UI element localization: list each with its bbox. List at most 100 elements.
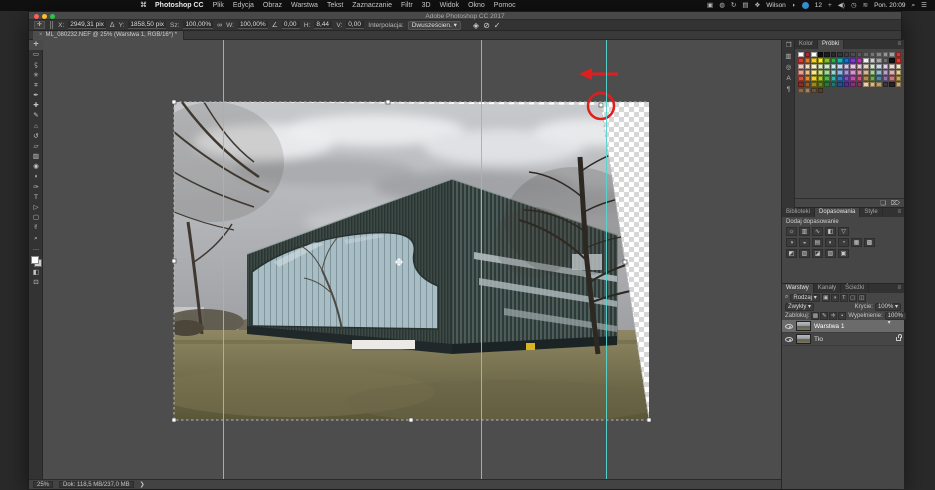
layers-tab-ścieżki[interactable]: Ścieżki	[841, 284, 870, 293]
notification-center-icon[interactable]: ☰	[921, 0, 927, 11]
mask-icon[interactable]: ▣	[838, 249, 849, 258]
document-tab[interactable]: × ML_080232.NEF @ 25% (Warstwa 1, RGB/16*…	[33, 31, 185, 40]
guide-vertical[interactable]	[223, 40, 224, 479]
cancel-transform-button[interactable]: ⊘	[483, 21, 490, 30]
swatch[interactable]	[798, 76, 804, 81]
dodge-tool[interactable]: ◖	[29, 172, 43, 182]
adjustments-panel-menu-icon[interactable]: ≡	[894, 208, 904, 217]
swatch[interactable]	[863, 76, 869, 81]
menu-3d[interactable]: 3D	[422, 2, 431, 9]
swatch[interactable]	[830, 82, 836, 87]
swatch[interactable]	[824, 64, 830, 69]
swatch[interactable]	[811, 52, 817, 57]
swatch[interactable]	[876, 52, 882, 57]
swatch[interactable]	[804, 76, 810, 81]
swatch[interactable]	[824, 76, 830, 81]
histogram-panel-icon[interactable]: ▥	[782, 51, 795, 62]
swatch[interactable]	[882, 76, 888, 81]
swatch[interactable]	[830, 64, 836, 69]
swatch[interactable]	[843, 52, 849, 57]
swatch[interactable]	[817, 76, 823, 81]
history-brush-tool[interactable]: ↺	[29, 132, 43, 142]
lock-position-icon[interactable]: ✛	[829, 311, 838, 320]
menu-pomoc[interactable]: Pomoc	[494, 2, 516, 9]
close-document-icon[interactable]: ×	[39, 32, 43, 38]
layer-row[interactable]: Tło	[782, 333, 904, 346]
marquee-tool[interactable]: ▭	[29, 50, 43, 60]
swatch[interactable]	[895, 70, 901, 75]
layer-thumbnail[interactable]	[796, 334, 811, 344]
height-input[interactable]: 100,00%	[237, 21, 268, 29]
quick-selection-tool[interactable]: ✳	[29, 71, 43, 81]
swatch[interactable]	[843, 76, 849, 81]
swatch[interactable]	[804, 82, 810, 87]
swatch[interactable]	[876, 82, 882, 87]
guide-vertical[interactable]	[481, 40, 482, 479]
move-tool[interactable]: ✛	[29, 40, 43, 51]
swatch[interactable]	[811, 70, 817, 75]
brush-tool[interactable]: ✎	[29, 111, 43, 121]
swatch[interactable]	[837, 52, 843, 57]
swatch[interactable]	[830, 76, 836, 81]
swatch[interactable]	[798, 82, 804, 87]
spotlight-icon[interactable]: ⌕	[912, 0, 916, 11]
menu-okno[interactable]: Okno	[468, 2, 485, 9]
swatch[interactable]	[876, 58, 882, 63]
color-lookup-icon[interactable]: ▦	[851, 238, 862, 247]
swatch[interactable]	[882, 82, 888, 87]
swatch[interactable]	[895, 58, 901, 63]
reference-point-locator[interactable]: ⣿	[49, 21, 54, 29]
gradient-map-icon[interactable]: ◪	[812, 249, 823, 258]
swatch[interactable]	[889, 82, 895, 87]
lock-all-icon[interactable]: ▪	[838, 311, 847, 320]
fill-dropdown[interactable]: 100% ▾	[884, 311, 907, 326]
fast-user-switch-label[interactable]: Wilson	[766, 0, 786, 11]
threshold-icon[interactable]: ▨	[799, 249, 810, 258]
display-icon[interactable]: ◍	[719, 0, 725, 11]
shape-tool[interactable]: ▢	[29, 213, 43, 223]
volume-icon[interactable]: ◀)	[838, 0, 845, 11]
swatch[interactable]	[817, 82, 823, 87]
relative-position-toggle[interactable]: Δ	[110, 22, 115, 29]
swatch[interactable]	[850, 70, 856, 75]
invert-icon[interactable]: ▩	[864, 238, 875, 247]
swatch[interactable]	[837, 82, 843, 87]
type-tool[interactable]: T	[29, 193, 43, 203]
swatch[interactable]	[856, 76, 862, 81]
adjustments-tab-style[interactable]: Style	[860, 208, 883, 217]
swatch[interactable]	[856, 64, 862, 69]
clone-source-panel-icon[interactable]: ❐	[782, 40, 795, 51]
swatch[interactable]	[889, 58, 895, 63]
hue-saturation-icon[interactable]: ◑	[786, 238, 797, 247]
adjustments-tab-dopasowania[interactable]: Dopasowania	[815, 208, 861, 217]
swatch[interactable]	[869, 82, 875, 87]
layers-tab-kanały[interactable]: Kanały	[814, 284, 842, 293]
swatch[interactable]	[798, 58, 804, 63]
swatch[interactable]	[817, 52, 823, 57]
menu-warstwa[interactable]: Warstwa	[291, 2, 318, 9]
layer-thumbnail[interactable]	[796, 321, 811, 331]
color-balance-icon[interactable]: ◒	[799, 238, 810, 247]
layers-tab-warstwy[interactable]: Warstwy	[782, 284, 814, 293]
edit-toolbar[interactable]: …	[29, 244, 43, 254]
swatch[interactable]	[895, 76, 901, 81]
swatch[interactable]	[837, 58, 843, 63]
swatch[interactable]	[889, 76, 895, 81]
zoom-tool[interactable]: ⌕	[29, 234, 43, 244]
swatch[interactable]	[869, 70, 875, 75]
blur-tool[interactable]: ◉	[29, 162, 43, 172]
swatch[interactable]	[824, 82, 830, 87]
swatch[interactable]	[882, 64, 888, 69]
swatch[interactable]	[830, 52, 836, 57]
swatches-panel-menu-icon[interactable]: ≡	[894, 40, 904, 49]
swatch[interactable]	[830, 70, 836, 75]
swatch[interactable]	[876, 76, 882, 81]
character-panel-icon[interactable]: A	[782, 73, 795, 84]
warp-mode-button[interactable]: ◈	[473, 21, 479, 30]
opacity-dropdown[interactable]: 100% ▾	[874, 302, 901, 311]
swatch[interactable]	[811, 58, 817, 63]
swatch[interactable]	[811, 64, 817, 69]
swatch[interactable]	[889, 70, 895, 75]
swatch[interactable]	[889, 52, 895, 57]
new-swatch-button[interactable]: ❏	[880, 199, 886, 207]
